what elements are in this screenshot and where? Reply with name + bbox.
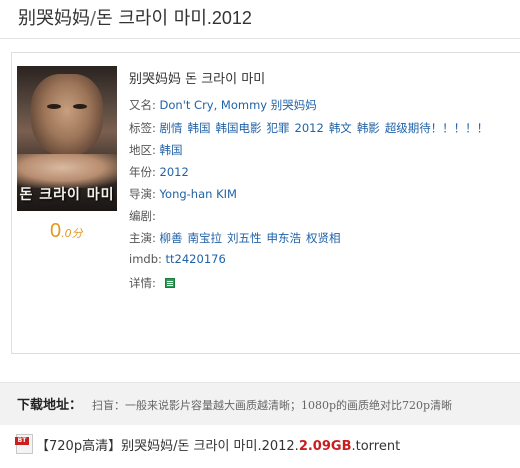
tags-row: 标签: 剧情 韩国 韩国电影 犯罪 2012 韩文 韩影 超级期待！！！！！ bbox=[129, 120, 488, 136]
writer-row: 编剧: bbox=[129, 208, 156, 224]
year-label: 年份: bbox=[129, 165, 156, 179]
imdb-value[interactable]: tt2420176 bbox=[166, 252, 226, 266]
tag-link[interactable]: 超级期待！！！！！ bbox=[385, 121, 489, 135]
imdb-label: imdb: bbox=[129, 252, 162, 266]
tag-link[interactable]: 韩文 bbox=[329, 121, 352, 135]
cast-label: 主演: bbox=[129, 231, 156, 245]
poster-face bbox=[31, 74, 103, 156]
detail-row: 详情: bbox=[129, 275, 175, 291]
download-title: 下载地址： bbox=[17, 398, 83, 413]
title-cn: 别哭妈妈 bbox=[18, 8, 90, 29]
poster-title: 돈 크라이 마미 bbox=[19, 187, 115, 203]
cast-link[interactable]: 柳善 bbox=[160, 231, 183, 245]
year-row: 年份: 2012 bbox=[129, 164, 189, 180]
rating-value: 0 bbox=[50, 220, 62, 242]
cast-link[interactable]: 权贤相 bbox=[306, 231, 341, 245]
alias-row: 又名: Don't Cry, Mommy 别哭妈妈 bbox=[129, 97, 317, 113]
detail-label: 详情: bbox=[129, 276, 156, 290]
imdb-row: imdb: tt2420176 bbox=[129, 252, 226, 266]
tag-link[interactable]: 剧情 bbox=[160, 121, 183, 135]
alias-label: 又名: bbox=[129, 98, 156, 112]
torrent-name[interactable]: 【720p高清】别哭妈妈/돈 크라이 마미.2012. bbox=[36, 439, 299, 454]
document-icon[interactable] bbox=[164, 278, 175, 288]
poster-eye-right bbox=[73, 104, 87, 109]
cast-row: 主演: 柳善 南宝拉 刘五性 申东浩 权贤相 bbox=[129, 230, 341, 246]
title-kr: 돈 크라이 마미 bbox=[96, 8, 207, 29]
page-title: 别哭妈妈/돈 크라이 마미.2012 bbox=[18, 4, 252, 30]
movie-poster[interactable]: 돈 크라이 마미 bbox=[17, 66, 117, 211]
download-hint: 扫盲：一般来说影片容量越大画质越清晰；1080p的画质绝对比720p清晰 bbox=[92, 399, 453, 412]
tag-link[interactable]: 韩影 bbox=[357, 121, 380, 135]
torrent-ext[interactable]: .torrent bbox=[351, 439, 400, 454]
alias-value[interactable]: Don't Cry, Mommy 别哭妈妈 bbox=[160, 98, 317, 112]
rating: 0.0分 bbox=[50, 220, 83, 243]
tags-label: 标签: bbox=[129, 121, 156, 135]
region-value[interactable]: 韩国 bbox=[160, 143, 183, 157]
director-value[interactable]: Yong-han KIM bbox=[160, 187, 237, 201]
tag-link[interactable]: 韩国电影 bbox=[216, 121, 262, 135]
writer-label: 编剧: bbox=[129, 209, 156, 223]
year-value[interactable]: 2012 bbox=[160, 165, 189, 179]
director-label: 导演: bbox=[129, 187, 156, 201]
poster-eye-left bbox=[47, 104, 61, 109]
bt-badge: BT bbox=[15, 437, 29, 445]
region-row: 地区: 韩国 bbox=[129, 142, 183, 158]
bt-torrent-icon: BT bbox=[15, 434, 33, 454]
title-divider bbox=[0, 38, 520, 39]
rating-suffix: .0分 bbox=[61, 227, 83, 240]
cast-link[interactable]: 申东浩 bbox=[267, 231, 302, 245]
title-year: .2012 bbox=[206, 8, 252, 28]
region-label: 地区: bbox=[129, 143, 156, 157]
tag-link[interactable]: 韩国 bbox=[188, 121, 211, 135]
director-row: 导演: Yong-han KIM bbox=[129, 186, 237, 202]
cast-link[interactable]: 南宝拉 bbox=[188, 231, 223, 245]
cast-link[interactable]: 刘五性 bbox=[227, 231, 262, 245]
tag-link[interactable]: 犯罪 bbox=[267, 121, 290, 135]
torrent-size[interactable]: 2.09GB bbox=[299, 439, 352, 454]
movie-name: 别哭妈妈 돈 크라이 마미 bbox=[129, 72, 266, 87]
poster-hand bbox=[17, 154, 117, 188]
tag-link[interactable]: 2012 bbox=[295, 121, 324, 135]
torrent-link[interactable]: BT 【720p高清】别哭妈妈/돈 크라이 마미.2012.2.09GB.torr… bbox=[15, 434, 400, 454]
